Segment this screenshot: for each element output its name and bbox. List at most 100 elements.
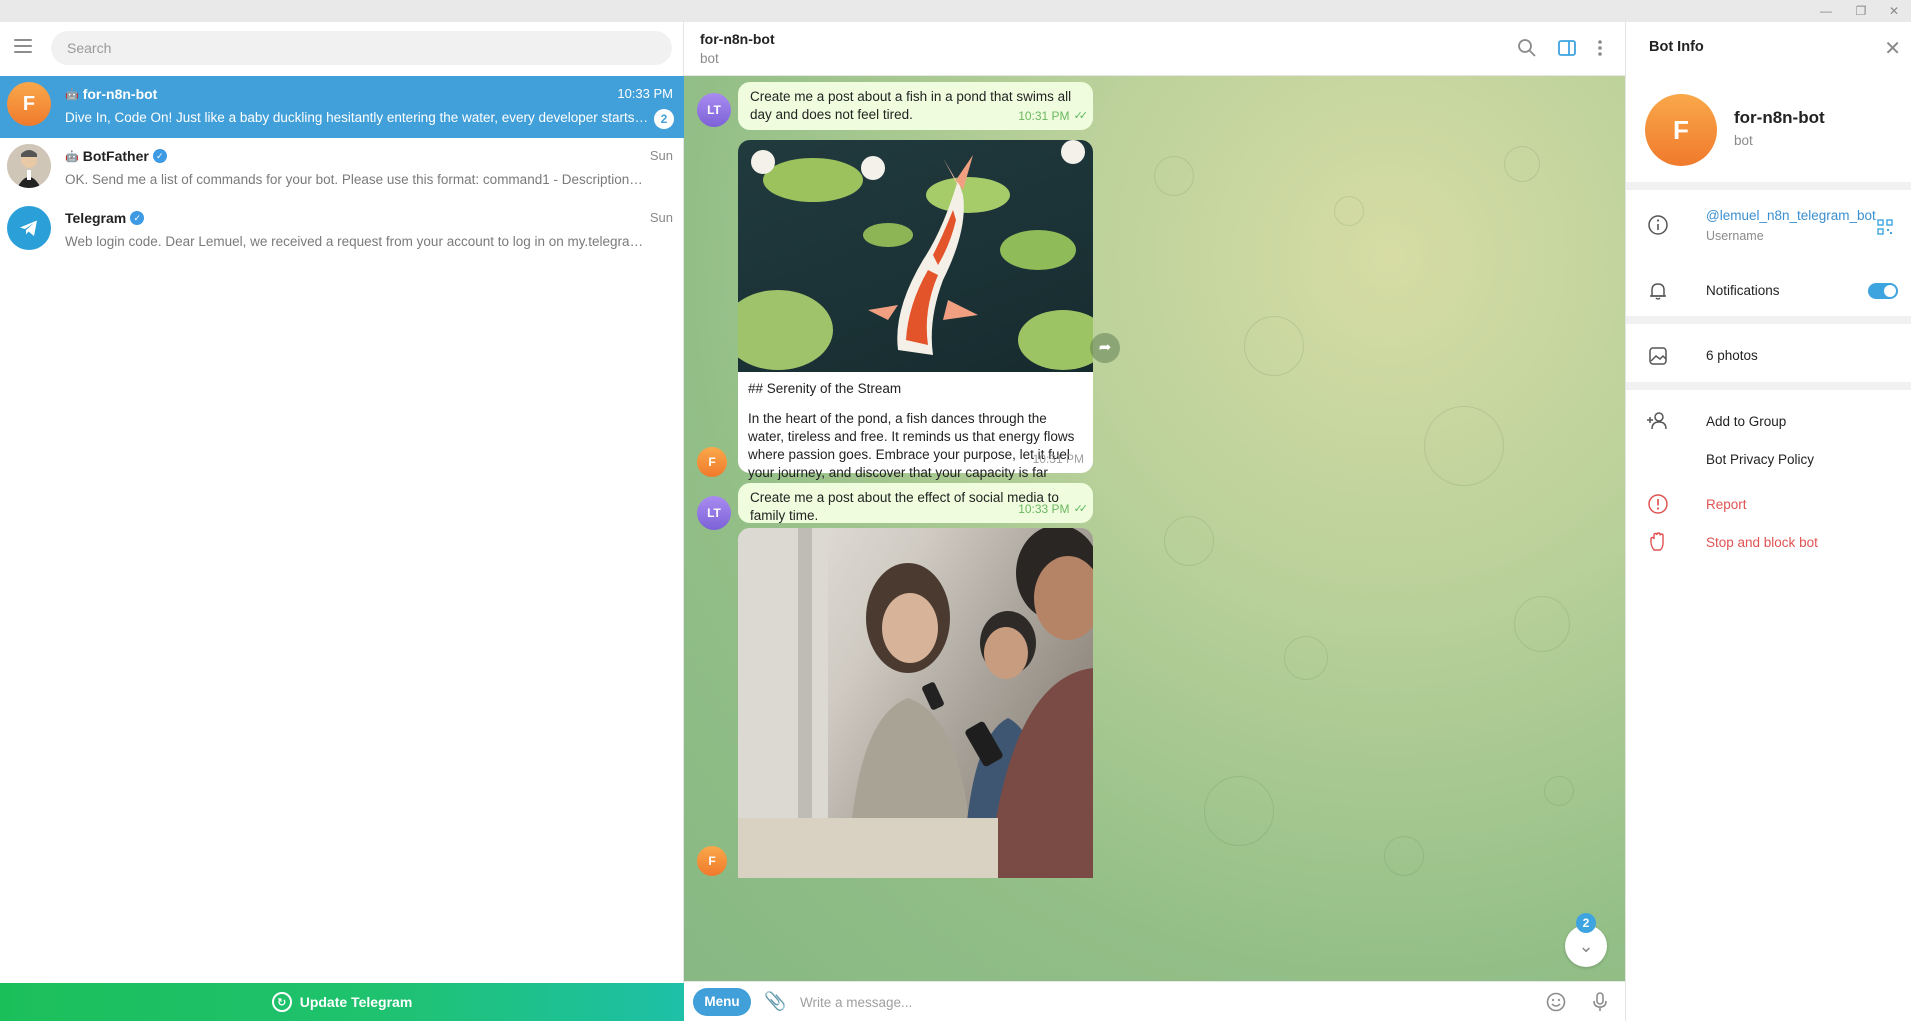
- sender-avatar: LT: [697, 93, 731, 127]
- scroll-unread-badge: 2: [1576, 913, 1596, 933]
- bot-info-header: Bot Info ✕: [1626, 22, 1911, 76]
- background-pattern: [1204, 776, 1274, 846]
- chat-title: for-n8n-bot: [700, 31, 775, 47]
- background-pattern: [1284, 636, 1328, 680]
- avatar-initials: LT: [707, 103, 721, 117]
- message-input[interactable]: [800, 992, 1500, 1012]
- message-list[interactable]: LT Create me a post about a fish in a po…: [684, 76, 1625, 981]
- chat-list-panel: F 🤖 for-n8n-bot 10:33 PM Dive In, Code O…: [0, 22, 684, 1021]
- botfather-avatar-image: [7, 144, 51, 188]
- chat-preview: Web login code. Dear Lemuel, we received…: [65, 234, 645, 249]
- avatar: [7, 206, 51, 250]
- message-composer: Menu 📎: [684, 981, 1625, 1021]
- more-options-icon[interactable]: [1589, 37, 1611, 59]
- background-pattern: [1164, 516, 1214, 566]
- microphone-icon[interactable]: [1589, 991, 1611, 1013]
- avatar-initials: LT: [707, 506, 721, 520]
- update-icon: ↻: [271, 992, 292, 1012]
- info-icon: [1646, 213, 1670, 237]
- background-pattern: [1334, 196, 1364, 226]
- chat-name-text: BotFather: [82, 148, 149, 164]
- restore-icon[interactable]: ❐: [1853, 3, 1869, 19]
- verified-icon: ✓: [152, 149, 167, 163]
- close-window-icon[interactable]: ✕: [1886, 3, 1902, 19]
- message-meta: 10:31 PM: [1033, 450, 1084, 468]
- profile-name: for-n8n-bot: [1734, 108, 1825, 127]
- avatar-letter: F: [1673, 114, 1689, 145]
- message-time: 10:33 PM: [1018, 502, 1070, 516]
- chat-list-header: [0, 22, 683, 74]
- report-icon: [1646, 492, 1670, 516]
- family-social-media-image[interactable]: [738, 528, 1093, 878]
- chat-subtitle: bot: [700, 51, 719, 66]
- background-pattern: [1384, 836, 1424, 876]
- background-pattern: [1514, 596, 1570, 652]
- message-bubble[interactable]: ## Serenity of the Stream In the heart o…: [738, 372, 1093, 498]
- notifications-toggle[interactable]: [1868, 283, 1898, 299]
- hand-stop-icon: [1646, 530, 1670, 554]
- chat-item-telegram[interactable]: Telegram ✓ Sun Web login code. Dear Lemu…: [0, 200, 684, 262]
- chevron-down-icon: ⌄: [1578, 936, 1594, 956]
- chat-name: 🤖 for-n8n-bot: [65, 86, 157, 102]
- stop-block-label: Stop and block bot: [1706, 535, 1818, 550]
- bot-icon: 🤖: [65, 150, 79, 163]
- background-pattern: [1424, 406, 1504, 486]
- chat-preview: OK. Send me a list of commands for your …: [65, 172, 645, 187]
- chat-item-for-n8n-bot[interactable]: F 🤖 for-n8n-bot 10:33 PM Dive In, Code O…: [0, 76, 684, 138]
- update-label: Update Telegram: [299, 994, 413, 1010]
- add-user-icon: [1646, 409, 1670, 433]
- window-titlebar: — ❐ ✕: [0, 0, 1911, 22]
- notifications-label: Notifications: [1706, 283, 1780, 298]
- bot-menu-button[interactable]: Menu: [693, 988, 751, 1016]
- sidebar-toggle-icon[interactable]: [1556, 37, 1578, 59]
- divider: [1626, 316, 1911, 324]
- chat-name-text: Telegram: [65, 210, 127, 226]
- verified-icon: ✓: [130, 211, 145, 225]
- chat-name: 🤖 BotFather ✓: [65, 148, 167, 164]
- avatar-letter: F: [22, 92, 36, 115]
- profile-subtitle: bot: [1734, 133, 1753, 148]
- photos-label: 6 photos: [1706, 348, 1758, 363]
- unread-badge: 2: [654, 109, 674, 129]
- close-icon[interactable]: ✕: [1884, 36, 1901, 61]
- message-time: 10:31 PM: [1018, 109, 1070, 123]
- avatar: F: [7, 82, 51, 126]
- chat-name-text: for-n8n-bot: [82, 86, 158, 102]
- minimize-icon[interactable]: —: [1818, 3, 1834, 19]
- profile-avatar[interactable]: F: [1645, 94, 1717, 166]
- hamburger-menu-icon[interactable]: [14, 39, 32, 53]
- background-pattern: [1244, 316, 1304, 376]
- read-checkmarks-icon: ✓✓: [1073, 110, 1089, 122]
- avatar-initials: F: [708, 854, 716, 868]
- message-meta: 10:33 PM ✓✓: [1018, 500, 1088, 518]
- message-bubble[interactable]: Create me a post about the effect of soc…: [738, 483, 1093, 523]
- chat-area: for-n8n-bot bot LT Create me a post abou…: [684, 22, 1625, 1021]
- avatar-initials: F: [708, 455, 716, 469]
- message-meta: 10:31 PM ✓✓: [1018, 107, 1089, 125]
- update-telegram-button[interactable]: ↻ Update Telegram: [0, 983, 684, 1021]
- message-bubble[interactable]: Create me a post about a fish in a pond …: [738, 82, 1093, 130]
- chat-item-botfather[interactable]: 🤖 BotFather ✓ Sun OK. Send me a list of …: [0, 138, 684, 200]
- chat-time: 10:33 PM: [617, 86, 673, 101]
- search-input[interactable]: [51, 31, 672, 65]
- divider: [1626, 382, 1911, 390]
- emoji-icon[interactable]: [1545, 991, 1567, 1013]
- bell-icon: [1646, 279, 1670, 303]
- attach-icon[interactable]: 📎: [764, 991, 786, 1012]
- forward-icon[interactable]: ➦: [1090, 333, 1120, 363]
- chat-preview: Dive In, Code On! Just like a baby duckl…: [65, 110, 650, 125]
- chat-header[interactable]: for-n8n-bot bot: [684, 22, 1625, 76]
- telegram-logo-icon: [20, 220, 37, 236]
- background-pattern: [1504, 146, 1540, 182]
- privacy-policy-link[interactable]: Bot Privacy Policy: [1706, 452, 1814, 467]
- search-icon[interactable]: [1516, 37, 1538, 59]
- sender-avatar: F: [697, 447, 727, 477]
- background-pattern: [1154, 156, 1194, 196]
- username-link[interactable]: @lemuel_n8n_telegram_bot: [1706, 208, 1876, 223]
- background-pattern: [1544, 776, 1574, 806]
- sender-avatar: F: [697, 846, 727, 876]
- qr-code-icon[interactable]: [1876, 218, 1894, 236]
- family-photo: [738, 528, 1093, 878]
- username-label: Username: [1706, 229, 1764, 243]
- avatar: [7, 144, 51, 188]
